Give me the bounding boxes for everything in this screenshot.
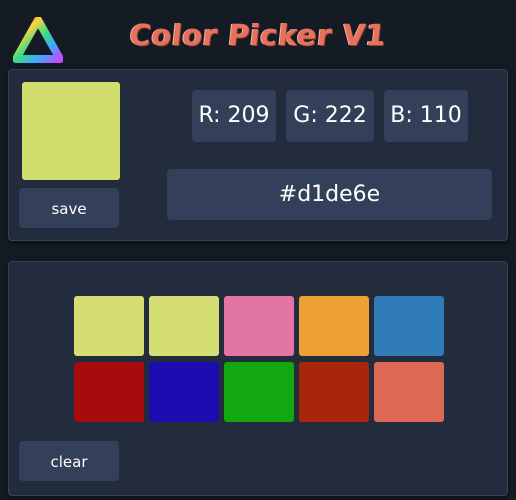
red-value: R: 209: [192, 90, 276, 142]
saved-color-swatch[interactable]: [224, 296, 294, 356]
saved-color-swatch[interactable]: [149, 296, 219, 356]
saved-color-swatch[interactable]: [374, 362, 444, 422]
blue-value: B: 110: [384, 90, 468, 142]
clear-button[interactable]: clear: [19, 441, 119, 481]
color-picker-panel: save R: 209 G: 222 B: 110 #d1de6e: [8, 69, 508, 241]
green-value: G: 222: [286, 90, 374, 142]
header: Color Picker V1: [0, 0, 516, 70]
saved-color-swatch[interactable]: [374, 296, 444, 356]
current-color-swatch: [22, 82, 120, 180]
saved-colors-panel: clear: [8, 261, 508, 496]
app-title: Color Picker V1: [127, 18, 389, 52]
saved-color-swatch[interactable]: [74, 362, 144, 422]
saved-color-swatch[interactable]: [149, 362, 219, 422]
saved-colors-grid: [74, 296, 444, 422]
saved-color-swatch[interactable]: [299, 362, 369, 422]
save-button[interactable]: save: [19, 188, 119, 228]
hex-value: #d1de6e: [167, 169, 492, 220]
saved-color-swatch[interactable]: [299, 296, 369, 356]
saved-color-swatch[interactable]: [224, 362, 294, 422]
saved-color-swatch[interactable]: [74, 296, 144, 356]
